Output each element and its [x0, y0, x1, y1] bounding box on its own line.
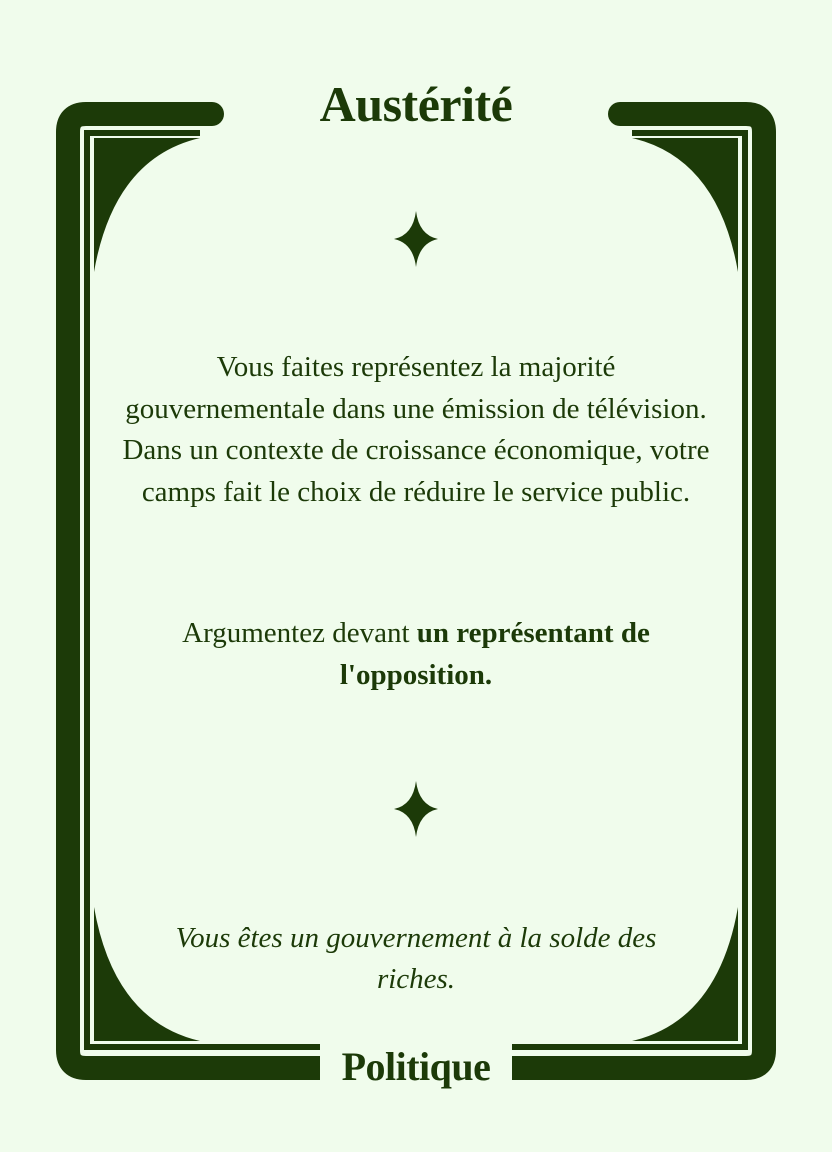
- four-point-sparkle-icon: [394, 781, 438, 837]
- instruction-text: Argumentez devant un représentant de l'o…: [120, 613, 712, 696]
- four-point-sparkle-icon: [394, 211, 438, 267]
- instruction-prefix: Argumentez devant: [182, 617, 417, 649]
- scenario-text: Vous faites représentez la majorité gouv…: [122, 351, 710, 508]
- corner-ornament-top-left: [94, 138, 200, 272]
- card-title: Austérité: [319, 76, 513, 132]
- category-label: Politique: [341, 1044, 491, 1089]
- role-tagline: Vous êtes un gouvernement à la solde des…: [175, 922, 657, 995]
- frame-inner-border: [84, 130, 748, 1050]
- corner-ornament-top-right: [632, 138, 738, 272]
